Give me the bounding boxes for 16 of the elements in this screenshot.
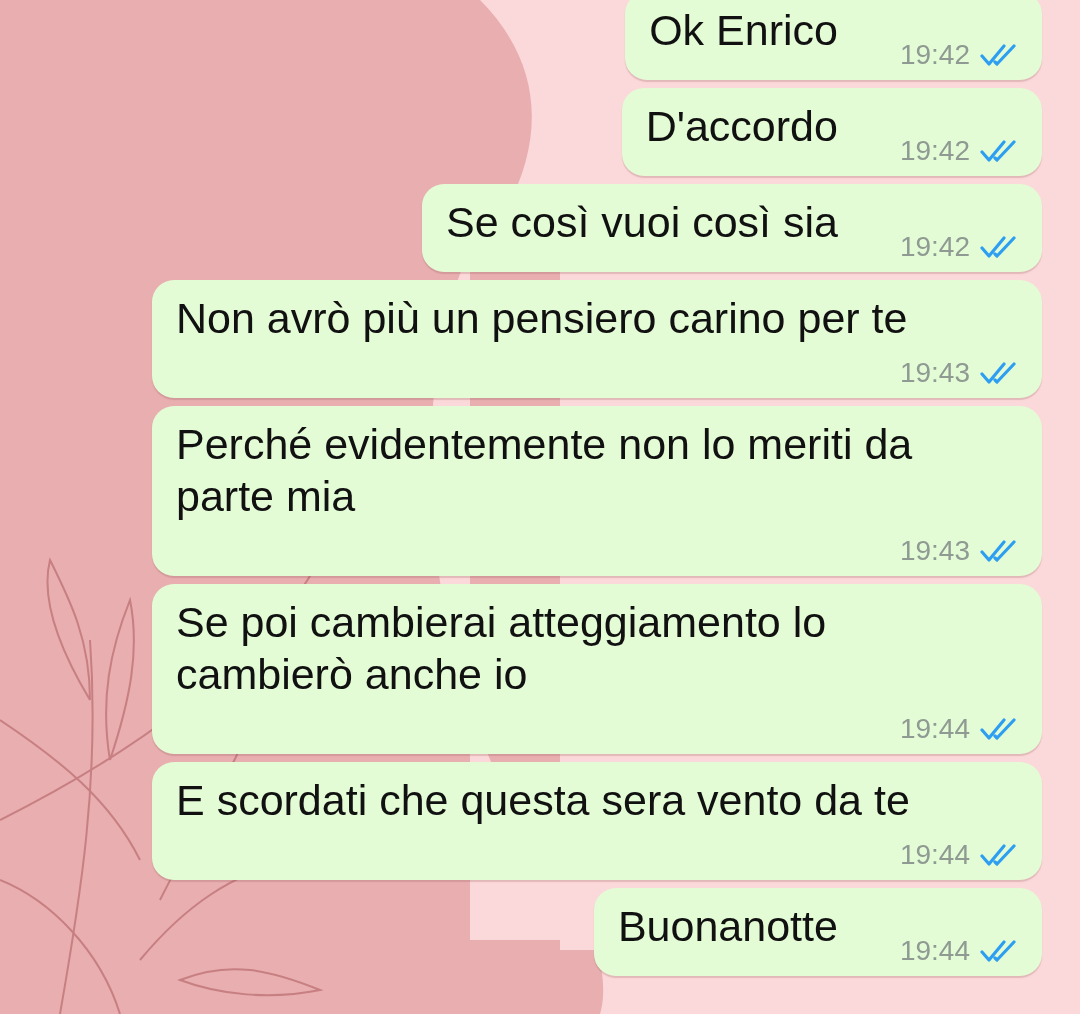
message-text: Ok Enrico bbox=[649, 5, 838, 56]
message-time: 19:44 bbox=[899, 840, 970, 870]
message-time: 19:43 bbox=[899, 358, 970, 388]
message-time: 19:42 bbox=[899, 40, 970, 70]
message-time: 19:44 bbox=[899, 714, 970, 744]
message-text: Buonanotte bbox=[617, 901, 838, 952]
message-text: Perché evidentemente non lo meriti da parte mia bbox=[176, 419, 914, 522]
message-text: Non avrò più un pensiero carino per te bbox=[176, 293, 908, 344]
message-time: 19:44 bbox=[899, 936, 970, 966]
message-text: Se così vuoi così sia bbox=[445, 197, 838, 248]
message-text: E scordati che questa sera vento da te bbox=[176, 775, 910, 826]
message-time: 19:42 bbox=[899, 232, 970, 262]
message-time: 19:42 bbox=[899, 136, 970, 166]
message-time: 19:43 bbox=[899, 536, 970, 566]
message-text: D'accordo bbox=[645, 101, 838, 152]
message-text: Se poi cambierai atteggiamento lo cambierò anche io bbox=[176, 597, 828, 700]
